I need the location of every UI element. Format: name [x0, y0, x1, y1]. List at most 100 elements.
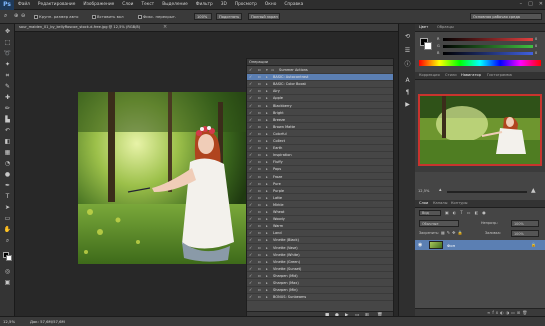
action-toggle-check-icon[interactable]: ✓ — [249, 117, 252, 123]
layer-visibility-eye-icon[interactable]: ◉ — [418, 242, 422, 248]
dialog-toggle-icon[interactable]: ▫ — [258, 294, 261, 300]
blue-slider[interactable] — [443, 52, 533, 55]
action-toggle-check-icon[interactable]: ✓ — [249, 259, 252, 265]
action-toggle-check-icon[interactable]: ✓ — [249, 223, 252, 229]
history-brush-icon[interactable]: ↶ — [3, 127, 12, 135]
menu-window[interactable]: Окно — [261, 2, 280, 7]
action-row[interactable]: ✓ ▫ ▸ Vinette (Sunset) — [247, 266, 393, 273]
fit-screen-button[interactable]: Подогнать — [216, 13, 242, 20]
blend-mode-select[interactable]: Обычные — [419, 220, 459, 227]
action-toggle-check-icon[interactable]: ✓ — [249, 159, 252, 165]
action-toggle-check-icon[interactable]: ✓ — [249, 131, 252, 137]
expand-action-icon[interactable]: ▸ — [266, 237, 268, 243]
dialog-toggle-icon[interactable]: ▫ — [258, 230, 261, 236]
action-row[interactable]: ✓ ▫ ▸ Pure — [247, 181, 393, 188]
menu-3d[interactable]: 3D — [217, 2, 231, 7]
eyedropper-tool-icon[interactable]: ✎ — [3, 83, 12, 91]
menu-layers[interactable]: Слои — [118, 2, 137, 7]
expand-action-icon[interactable]: ▸ — [266, 245, 268, 251]
actions-panel-icon[interactable]: ▶ — [403, 100, 412, 109]
quick-mask-icon[interactable]: ◎ — [3, 268, 12, 276]
action-row[interactable]: ✓ ▫ ▸ Vinette (Black) — [247, 237, 393, 244]
tab-color[interactable]: Цвет — [419, 25, 428, 29]
dialog-toggle-icon[interactable]: ▫ — [258, 103, 261, 109]
action-toggle-check-icon[interactable]: ✓ — [249, 74, 252, 80]
menu-image[interactable]: Изображение — [79, 2, 118, 7]
action-row[interactable]: ✓ ▫ ▸ Mirkle — [247, 202, 393, 209]
action-row[interactable]: ✓ ▫ ▸ Land — [247, 230, 393, 237]
action-row[interactable]: ✓ ▫ ▸ Bright — [247, 110, 393, 117]
move-tool-icon[interactable]: ✥ — [3, 28, 12, 36]
action-set-row[interactable]: ✓ ▫ ▾ ▭ Summer Actions — [247, 67, 393, 74]
zoom-in-large-icon[interactable]: ▲ — [531, 187, 536, 194]
dialog-toggle-icon[interactable]: ▫ — [258, 95, 261, 101]
tab-histogram[interactable]: Гистограмма — [487, 73, 512, 77]
action-toggle-check-icon[interactable]: ✓ — [249, 145, 252, 151]
zoom-in-icon[interactable]: ⊕ — [14, 13, 18, 19]
navigator-zoom-slider[interactable] — [447, 191, 527, 193]
expand-action-icon[interactable]: ▸ — [266, 110, 268, 116]
actions-panel-title[interactable]: Операции — [247, 59, 393, 66]
expand-action-icon[interactable]: ▸ — [266, 252, 268, 258]
dialog-toggle-icon[interactable]: ▫ — [258, 67, 261, 73]
properties-panel-icon[interactable]: ☰ — [403, 46, 412, 55]
action-toggle-check-icon[interactable]: ✓ — [249, 280, 252, 286]
menu-view[interactable]: Просмотр — [231, 2, 261, 7]
eraser-tool-icon[interactable]: ◧ — [3, 138, 12, 146]
dialog-toggle-icon[interactable]: ▫ — [258, 259, 261, 265]
action-row[interactable]: ✓ ▫ ▸ Brown Matte — [247, 124, 393, 131]
expand-action-icon[interactable]: ▸ — [266, 117, 268, 123]
expand-action-icon[interactable]: ▸ — [266, 202, 268, 208]
expand-action-icon[interactable]: ▸ — [266, 88, 268, 94]
shape-tool-icon[interactable]: ▭ — [3, 215, 12, 223]
character-panel-icon[interactable]: A — [403, 76, 412, 85]
expand-action-icon[interactable]: ▸ — [266, 124, 268, 130]
hand-tool-icon[interactable]: ✋ — [3, 226, 12, 234]
expand-action-icon[interactable]: ▸ — [266, 209, 268, 215]
dialog-toggle-icon[interactable]: ▫ — [258, 237, 261, 243]
dialog-toggle-icon[interactable]: ▫ — [258, 202, 261, 208]
dialog-toggle-icon[interactable]: ▫ — [258, 252, 261, 258]
tab-styles[interactable]: Стили — [445, 73, 457, 77]
blur-tool-icon[interactable]: ◔ — [3, 160, 12, 168]
blue-value[interactable]: 0 — [535, 51, 537, 55]
document-tab[interactable]: sour_maiden_01_by_kellyRoscoe_stock-d-fr… — [15, 24, 415, 32]
expand-action-icon[interactable]: ▸ — [266, 74, 268, 80]
action-toggle-check-icon[interactable]: ✓ — [249, 174, 252, 180]
action-toggle-check-icon[interactable]: ✓ — [249, 266, 252, 272]
expand-set-icon[interactable]: ▾ — [266, 67, 268, 73]
zoom-out-icon[interactable]: ⊖ — [21, 13, 25, 19]
expand-action-icon[interactable]: ▸ — [266, 223, 268, 229]
gradient-tool-icon[interactable]: ▦ — [3, 149, 12, 157]
expand-action-icon[interactable]: ▸ — [266, 95, 268, 101]
dialog-toggle-icon[interactable]: ▫ — [258, 117, 261, 123]
action-toggle-check-icon[interactable]: ✓ — [249, 138, 252, 144]
expand-action-icon[interactable]: ▸ — [266, 174, 268, 180]
action-row[interactable]: ✓ ▫ ▸ BASIC: Color Boost — [247, 81, 393, 88]
minimize-icon[interactable]: – — [520, 1, 523, 7]
red-slider[interactable] — [443, 38, 533, 41]
dialog-toggle-icon[interactable]: ▫ — [258, 273, 261, 279]
menu-filter[interactable]: Фильтр — [192, 2, 217, 7]
lasso-tool-icon[interactable]: ➰ — [3, 50, 12, 58]
tab-swatches[interactable]: Образцы — [437, 25, 454, 29]
dialog-toggle-icon[interactable]: ▫ — [258, 74, 261, 80]
magic-wand-icon[interactable]: ✦ — [3, 61, 12, 69]
action-row[interactable]: ✓ ▫ ▸ Earth — [247, 145, 393, 152]
action-toggle-check-icon[interactable]: ✓ — [249, 188, 252, 194]
dialog-toggle-icon[interactable]: ▫ — [258, 110, 261, 116]
expand-action-icon[interactable]: ▸ — [266, 159, 268, 165]
layers-empty-area[interactable] — [415, 250, 545, 308]
dodge-tool-icon[interactable]: ● — [3, 171, 12, 179]
close-tab-icon[interactable]: × — [163, 24, 167, 30]
action-row[interactable]: ✓ ▫ ▸ Vinette (White) — [247, 252, 393, 259]
path-select-icon[interactable]: ➤ — [3, 204, 12, 212]
paragraph-panel-icon[interactable]: ¶ — [403, 88, 412, 97]
action-row[interactable]: ✓ ▫ ▸ Sharpen (Mid) — [247, 273, 393, 280]
layer-row[interactable]: ◉ Фон 🔒 — [415, 240, 545, 250]
red-value[interactable]: 0 — [535, 37, 537, 41]
document-image[interactable] — [78, 92, 246, 264]
expand-action-icon[interactable]: ▸ — [266, 230, 268, 236]
zoom-out-small-icon[interactable]: ▴ — [439, 187, 442, 193]
tab-channels[interactable]: Каналы — [433, 201, 447, 205]
